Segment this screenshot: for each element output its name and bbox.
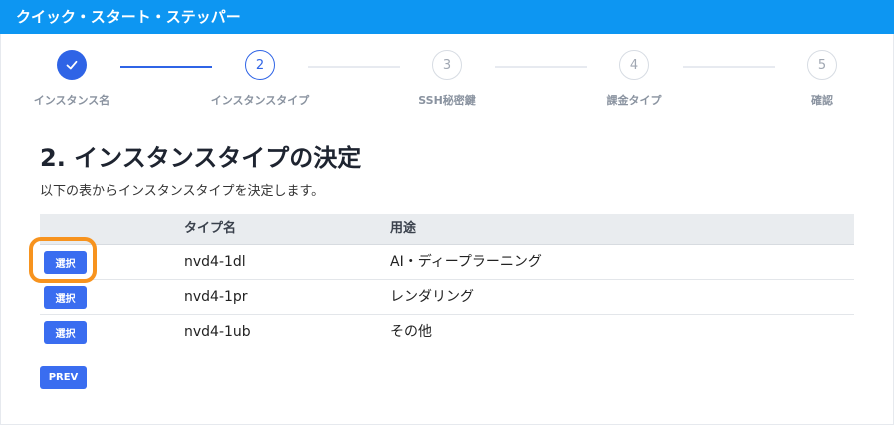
step-3-circle: 3 <box>432 50 462 80</box>
stepper-connector-1 <box>120 66 212 68</box>
step-billing-type[interactable]: 4 課金タイプ <box>574 50 694 108</box>
step-2-circle: 2 <box>245 50 275 80</box>
step-label: SSH秘密鍵 <box>418 94 476 107</box>
table-row: 選択 nvd4-1pr レンダリング <box>40 280 854 315</box>
step-label: インスタンスタイプ <box>210 94 310 107</box>
step-4-circle: 4 <box>619 50 649 80</box>
page-subtitle: 以下の表からインスタンスタイプを決定します。 <box>40 184 325 199</box>
select-button[interactable]: 選択 <box>44 286 87 309</box>
step-instance-name[interactable]: インスタンス名 <box>12 50 132 108</box>
step-instance-type[interactable]: 2 インスタンスタイプ <box>200 50 320 108</box>
type-name-cell: nvd4-1ub <box>184 324 251 340</box>
step-5-circle: 5 <box>807 50 837 80</box>
column-header-usage: 用途 <box>390 221 417 236</box>
page-title: 2. インスタンスタイプの決定 <box>40 144 362 172</box>
step-label: 確認 <box>811 94 833 107</box>
usage-cell: その他 <box>390 324 432 340</box>
type-name-cell: nvd4-1dl <box>184 254 246 270</box>
instance-type-table: タイプ名 用途 選択 nvd4-1dl AI・ディープラーニング 選択 nvd4… <box>40 214 854 349</box>
header-title: クイック・スタート・ステッパー <box>16 8 241 26</box>
table-row: 選択 nvd4-1dl AI・ディープラーニング <box>40 245 854 280</box>
table-row: 選択 nvd4-1ub その他 <box>40 315 854 349</box>
step-1-circle <box>57 50 87 80</box>
select-button[interactable]: 選択 <box>44 321 87 344</box>
prev-button[interactable]: PREV <box>40 366 87 389</box>
usage-cell: レンダリング <box>390 289 474 305</box>
column-header-type: タイプ名 <box>184 221 237 236</box>
usage-cell: AI・ディープラーニング <box>390 254 542 270</box>
step-label: インスタンス名 <box>33 94 111 107</box>
type-name-cell: nvd4-1pr <box>184 289 248 305</box>
table-header: タイプ名 用途 <box>40 214 854 245</box>
check-icon <box>66 60 78 70</box>
app-header: クイック・スタート・ステッパー <box>0 0 894 34</box>
step-confirm[interactable]: 5 確認 <box>762 50 882 108</box>
step-label: 課金タイプ <box>606 94 662 107</box>
highlight-ring <box>29 237 97 283</box>
step-ssh-key[interactable]: 3 SSH秘密鍵 <box>387 50 507 108</box>
